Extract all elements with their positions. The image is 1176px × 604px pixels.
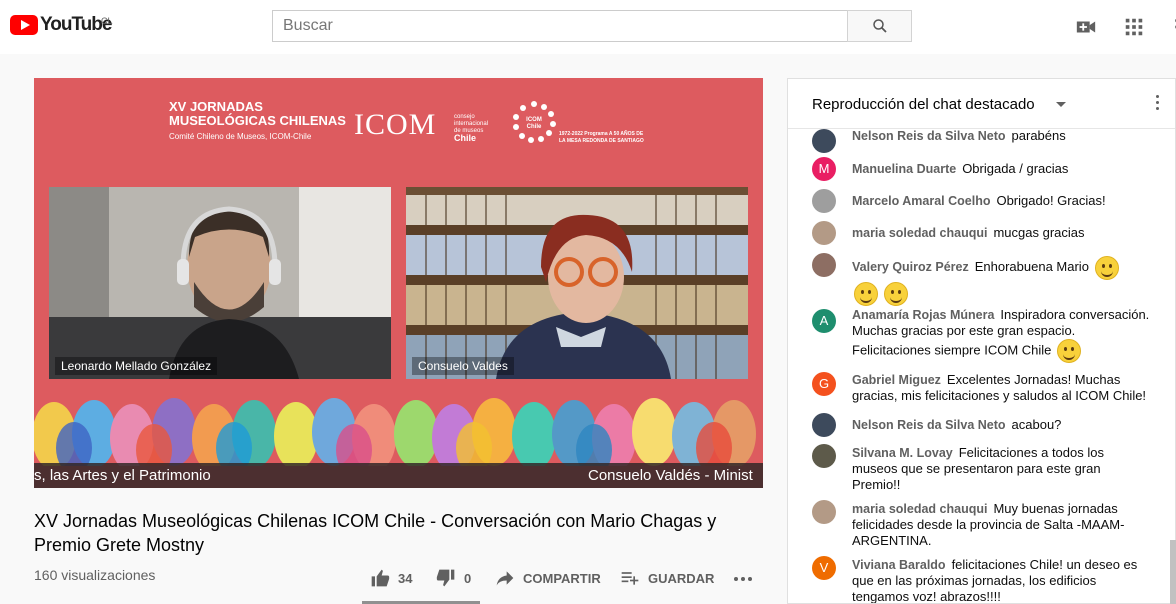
ticker-right-text: Consuelo Valdés - Minist: [588, 467, 753, 484]
avatar[interactable]: [812, 253, 836, 277]
chat-scrollbar[interactable]: [1170, 540, 1176, 604]
avatar[interactable]: [812, 444, 836, 468]
chat-author[interactable]: Nelson Reis da Silva Neto: [852, 418, 1006, 432]
mesa-redonda-text: 1972-2022 Programa A 50 AÑOS DE LA MESA …: [559, 131, 644, 144]
chat-menu-icon[interactable]: [1156, 95, 1160, 113]
chat-author[interactable]: Marcelo Amaral Coelho: [852, 194, 990, 208]
youtube-play-icon: [10, 15, 38, 35]
search-icon: [872, 19, 887, 33]
ticker-left-text: s, las Artes y el Patrimonio: [34, 467, 211, 484]
smile-emoji-icon: [1057, 339, 1082, 363]
participant-name-right: Consuelo Valdes: [412, 357, 514, 375]
chat-author[interactable]: maria soledad chauqui: [852, 502, 987, 516]
smile-emoji-icon: [1094, 255, 1119, 280]
icom-chile-label: Chile: [454, 133, 477, 143]
like-button[interactable]: 34: [370, 568, 412, 588]
avatar[interactable]: A: [812, 309, 836, 333]
camera-feed-right: Consuelo Valdes: [406, 187, 748, 379]
chat-text: Enhorabuena Mario: [974, 259, 1089, 274]
search-input[interactable]: Buscar: [272, 10, 848, 42]
top-bar: YouTube CL Buscar: [0, 0, 1176, 54]
youtube-logo[interactable]: YouTube CL: [10, 14, 113, 36]
chat-header: Reproducción del chat destacado: [788, 79, 1175, 129]
participant-video-right: [406, 187, 748, 379]
thumbs-up-icon: [371, 569, 390, 587]
share-button[interactable]: COMPARTIR: [495, 568, 601, 588]
share-icon: [496, 571, 514, 586]
chat-author[interactable]: Anamaría Rojas Múnera: [852, 308, 994, 322]
avatar[interactable]: [812, 500, 836, 524]
dropdown-caret-icon[interactable]: [1056, 102, 1066, 107]
chat-author[interactable]: Valery Quiroz Pérez: [852, 260, 969, 274]
country-code: CL: [101, 16, 113, 26]
chat-text: parabéns: [1011, 128, 1066, 143]
avatar[interactable]: V: [812, 556, 836, 580]
save-button[interactable]: GUARDAR: [620, 568, 714, 588]
video-title: XV Jornadas Museológicas Chilenas ICOM C…: [34, 511, 717, 555]
avatar[interactable]: G: [812, 372, 836, 396]
chat-mode-selector[interactable]: Reproducción del chat destacado: [812, 96, 1035, 113]
svg-text:ICOM: ICOM: [526, 117, 542, 123]
chat-text: Obrigado! Gracias!: [996, 193, 1106, 208]
participant-video-left: [49, 187, 391, 379]
banner-subtitle: Comité Chileno de Museos, ICOM-Chile: [169, 132, 312, 141]
mesa-redonda-logo: ICOM Chile: [513, 101, 556, 143]
lower-third-ticker: s, las Artes y el Patrimonio Consuelo Va…: [34, 463, 763, 488]
chat-text: Obrigada / gracias: [962, 161, 1069, 176]
dislike-count: 0: [464, 570, 472, 586]
chat-author[interactable]: Silvana M. Lovay: [852, 446, 953, 460]
apps-grid-icon[interactable]: [1123, 16, 1145, 38]
svg-text:Chile: Chile: [527, 124, 542, 130]
view-count: 160 visualizaciones: [34, 567, 156, 583]
chat-author[interactable]: Gabriel Miguez: [852, 373, 941, 387]
icom-logo: ICOM: [354, 108, 437, 141]
thumbs-down-icon: [436, 569, 455, 587]
chat-text: mucgas gracias: [993, 225, 1085, 240]
dislike-button[interactable]: 0: [436, 568, 471, 588]
participant-name-left: Leonardo Mellado González: [55, 357, 218, 375]
video-player[interactable]: XV JORNADAS MUSEOLÓGICAS CHILENAS Comité…: [34, 78, 763, 488]
icom-side-text: consejo internacional de museos: [454, 114, 489, 134]
save-label: GUARDAR: [648, 570, 715, 586]
create-video-icon[interactable]: [1075, 16, 1097, 38]
chat-text: acabou?: [1011, 417, 1062, 432]
more-actions-icon[interactable]: [733, 572, 753, 586]
search-button[interactable]: [847, 10, 912, 42]
playlist-add-icon: [621, 572, 639, 585]
banner-title: XV JORNADAS MUSEOLÓGICAS CHILENAS: [169, 99, 346, 128]
avatar[interactable]: [812, 413, 836, 437]
live-chat-panel: Reproducción del chat destacado Nelson R…: [787, 78, 1176, 604]
silhouette-faces-strip: [34, 398, 756, 466]
chat-author[interactable]: Manuelina Duarte: [852, 162, 956, 176]
share-label: COMPARTIR: [523, 570, 601, 586]
avatar[interactable]: [812, 129, 836, 153]
like-count: 34: [398, 570, 413, 586]
avatar[interactable]: [812, 221, 836, 245]
chat-author[interactable]: maria soledad chauqui: [852, 226, 987, 240]
avatar[interactable]: M: [812, 157, 836, 181]
more-vert-icon[interactable]: [1166, 16, 1176, 38]
chat-author[interactable]: Viviana Baraldo: [852, 558, 946, 572]
smile-emoji-icon: [854, 281, 878, 306]
chat-author[interactable]: Nelson Reis da Silva Neto: [852, 129, 1006, 143]
avatar[interactable]: [812, 189, 836, 213]
smile-emoji-icon: [883, 281, 908, 306]
camera-feed-left: Leonardo Mellado González: [49, 187, 391, 379]
